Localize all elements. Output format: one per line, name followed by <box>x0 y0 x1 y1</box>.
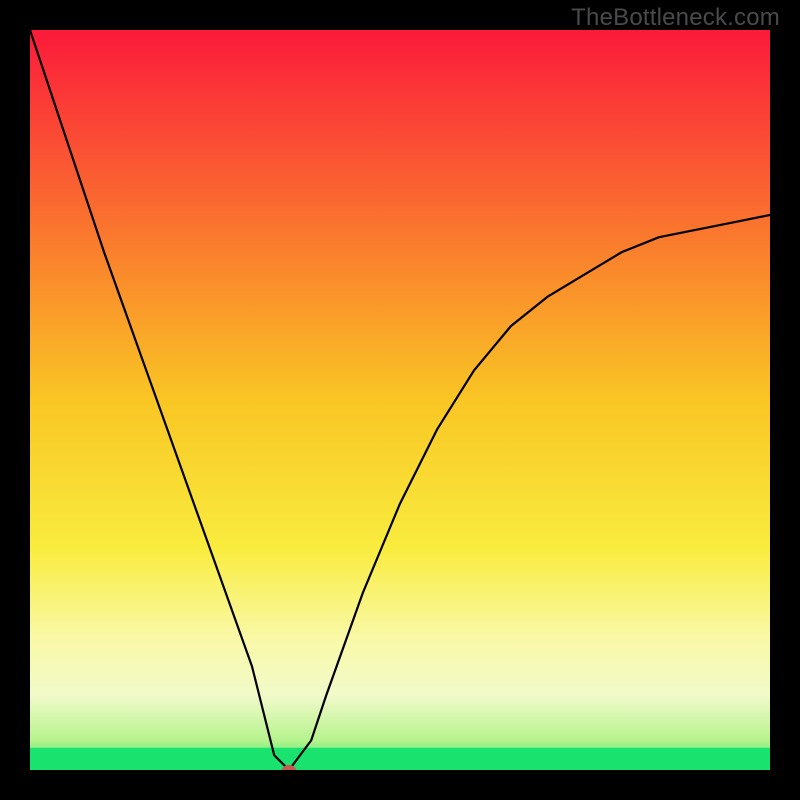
plot-background <box>30 30 770 770</box>
watermark-text: TheBottleneck.com <box>571 4 780 32</box>
chart-frame: TheBottleneck.com <box>0 0 800 800</box>
plot-area <box>30 30 770 770</box>
plot-svg <box>30 30 770 770</box>
green-band <box>30 748 770 770</box>
